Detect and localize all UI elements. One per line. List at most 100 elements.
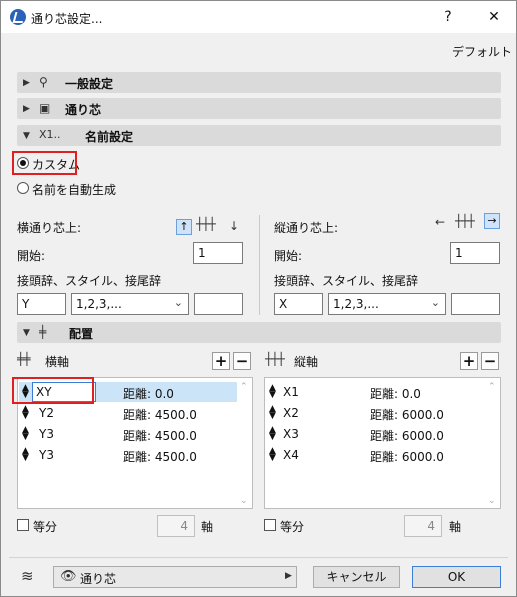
remove-vertical-axis-button[interactable]: −	[481, 352, 499, 370]
horizontal-style-value: 1,2,3,...	[76, 297, 122, 311]
highlight-box	[12, 151, 77, 175]
cancel-button[interactable]: キャンセル	[313, 566, 400, 588]
layer-select[interactable]: 👁 通り芯 ▶	[53, 566, 297, 588]
help-button[interactable]: ?	[437, 7, 459, 27]
default-link[interactable]: デフォルト	[452, 43, 512, 60]
horizontal-style-select[interactable]: 1,2,3,... ⌄	[71, 293, 189, 315]
reorder-icon[interactable]: ▲ ▼	[22, 405, 29, 421]
axis-distance: 距離: 0.0	[370, 385, 421, 402]
horizontal-axes-label: 横軸	[45, 355, 70, 369]
title-bar: 通り芯設定... ? ✕	[1, 1, 516, 33]
section-grid[interactable]: ▶ ▣ 通り芯	[17, 98, 501, 119]
layer-name: 通り芯	[80, 572, 117, 586]
section-general-label: 一般設定	[65, 77, 114, 91]
distance-label: 距離:	[370, 429, 402, 443]
reorder-icon[interactable]: ▲ ▼	[22, 447, 29, 463]
reorder-icon[interactable]: ▲ ▼	[269, 426, 276, 442]
reorder-icon[interactable]: ▲ ▼	[269, 447, 276, 463]
axis-name: X3	[283, 427, 299, 441]
horizontal-count-input[interactable]: 4	[157, 515, 195, 537]
distance-value: 0.0	[154, 387, 174, 401]
axis-distance: 距離: 4500.0	[123, 448, 197, 465]
expand-arrow-icon: ▶	[23, 104, 30, 114]
scrollbar[interactable]: ⌃ ⌄	[488, 382, 498, 506]
arrow-left-icon[interactable]: ←	[435, 215, 445, 229]
list-item[interactable]: ▲ ▼ X3 距離: 6000.0	[266, 424, 485, 444]
axis-name: X1	[283, 385, 299, 399]
scroll-up-icon[interactable]: ⌃	[488, 382, 496, 392]
reorder-icon[interactable]: ▲ ▼	[269, 405, 276, 421]
vertical-prefix-input[interactable]: X	[274, 293, 323, 315]
horizontal-equal-checkbox[interactable]	[17, 519, 29, 531]
list-item[interactable]: ▲ ▼ Y3 距離: 4500.0	[19, 424, 237, 444]
vertical-style-select[interactable]: 1,2,3,... ⌄	[328, 293, 446, 315]
expand-arrow-icon: ▶	[23, 78, 30, 88]
section-placement-label: 配置	[69, 327, 94, 341]
section-placement[interactable]: ▼ ╪ 配置	[17, 322, 501, 343]
vertical-count-input[interactable]: 4	[404, 515, 442, 537]
arrow-right-icon[interactable]: →	[484, 213, 500, 229]
scrollbar[interactable]: ⌃ ⌄	[240, 382, 250, 506]
horizontal-prefix-label: 接頭辞、スタイル、接尾辞	[17, 274, 162, 288]
section-naming[interactable]: ▼ X1.. 名前設定	[17, 125, 501, 146]
axis-name: Y3	[39, 448, 54, 462]
close-button[interactable]: ✕	[483, 7, 505, 27]
horizontal-equal-label: 等分	[33, 520, 58, 534]
vertical-axes-label: 縦軸	[294, 355, 319, 369]
horizontal-axes-icon: ╪╪	[17, 352, 30, 366]
axis-distance: 距離: 4500.0	[123, 427, 197, 444]
list-item[interactable]: ▲ ▼ Y2 距離: 4500.0	[19, 403, 237, 423]
distance-value: 4500.0	[154, 450, 197, 464]
naming-icon: X1..	[39, 128, 61, 141]
horizontal-start-label: 開始:	[17, 249, 46, 263]
distance-value: 6000.0	[401, 450, 444, 464]
reorder-icon[interactable]: ▲ ▼	[269, 384, 276, 400]
list-item[interactable]: ▲ ▼ X2 距離: 6000.0	[266, 403, 485, 423]
window-title: 通り芯設定...	[31, 12, 103, 26]
list-item[interactable]: ▲ ▼ X1 距離: 0.0	[266, 382, 485, 402]
add-vertical-axis-button[interactable]: +	[460, 352, 478, 370]
horizontal-grid-label: 横通り芯上:	[17, 221, 82, 235]
distance-value: 0.0	[401, 387, 421, 401]
vertical-suffix-input[interactable]	[451, 293, 500, 315]
vertical-style-value: 1,2,3,...	[333, 297, 379, 311]
scroll-down-icon[interactable]: ⌄	[240, 496, 248, 506]
section-general[interactable]: ▶ ⚲ 一般設定	[17, 72, 501, 93]
vertical-start-label: 開始:	[274, 249, 303, 263]
ok-button[interactable]: OK	[412, 566, 501, 588]
auto-generate-radio[interactable]	[17, 182, 29, 194]
axis-name: Y2	[39, 406, 54, 420]
vertical-equal-checkbox[interactable]	[264, 519, 276, 531]
scroll-up-icon[interactable]: ⌃	[240, 382, 248, 392]
add-horizontal-axis-button[interactable]: +	[212, 352, 230, 370]
arrow-down-icon[interactable]: ↓	[229, 219, 239, 233]
app-icon	[10, 9, 26, 25]
axis-distance: 距離: 4500.0	[123, 406, 197, 423]
distance-value: 6000.0	[401, 429, 444, 443]
horizontal-start-input[interactable]: 1	[193, 242, 243, 264]
column-divider	[259, 215, 260, 315]
arrow-up-icon[interactable]: ↑	[176, 219, 192, 235]
list-item[interactable]: ▲ ▼ X4 距離: 6000.0	[266, 445, 485, 465]
list-item[interactable]: ▲ ▼ Y3 距離: 4500.0	[19, 445, 237, 465]
reorder-icon[interactable]: ▲ ▼	[22, 426, 29, 442]
horizontal-prefix-input[interactable]: Y	[17, 293, 66, 315]
chevron-down-icon: ⌄	[430, 296, 440, 309]
remove-horizontal-axis-button[interactable]: −	[233, 352, 251, 370]
collapse-arrow-icon: ▼	[23, 328, 30, 338]
axis-name: X2	[283, 406, 299, 420]
distance-label: 距離:	[370, 408, 402, 422]
distance-value: 6000.0	[401, 408, 444, 422]
distance-label: 距離:	[370, 387, 402, 401]
auto-generate-label: 名前を自動生成	[32, 183, 117, 197]
horizontal-suffix-input[interactable]	[194, 293, 243, 315]
axis-distance: 距離: 6000.0	[370, 406, 444, 423]
scroll-down-icon[interactable]: ⌄	[488, 496, 496, 506]
horizontal-axis-unit: 軸	[201, 520, 214, 534]
vertical-axes-list[interactable]: ▲ ▼ X1 距離: 0.0 ▲ ▼ X2 距離: 6000.0 ▲ ▼ X3 距離:…	[264, 377, 501, 509]
section-grid-label: 通り芯	[65, 103, 102, 117]
distance-label: 距離:	[123, 387, 155, 401]
vertical-start-input[interactable]: 1	[450, 242, 500, 264]
collapse-arrow-icon: ▼	[23, 131, 30, 141]
highlight-box	[12, 377, 94, 404]
